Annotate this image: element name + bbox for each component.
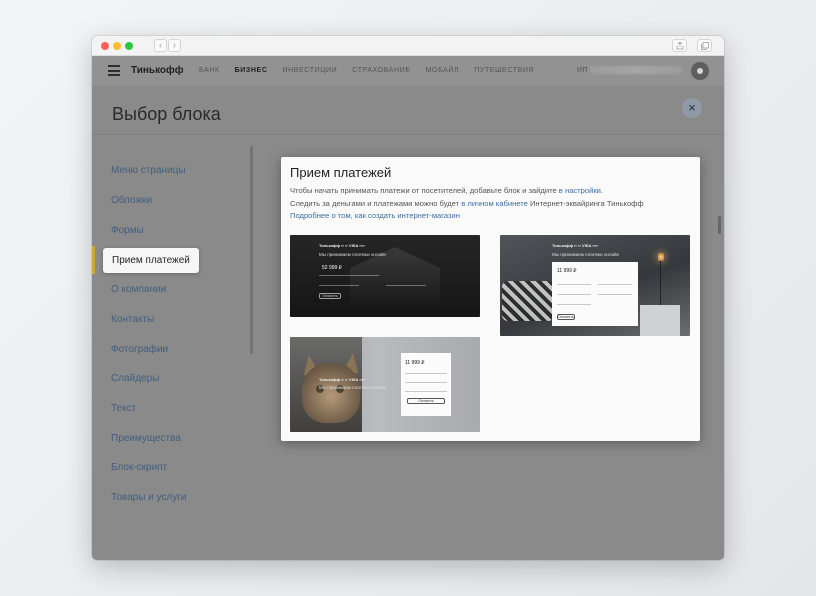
block-category-panel: Прием платежей Чтобы начать принимать пл… — [281, 157, 700, 441]
thumb-logo: Тинькофф ▪▪ ▪▪ VISA ▪▪▪▪ — [319, 377, 365, 382]
thumb-field — [598, 284, 632, 285]
sidebar-item-photos[interactable]: Фотографии — [111, 344, 168, 355]
sidebar-item-covers[interactable]: Обложки — [111, 195, 152, 206]
header-divider — [92, 134, 724, 135]
browser-titlebar: ‹ › — [92, 36, 724, 56]
sidebar-scrollbar[interactable] — [250, 146, 253, 354]
sidebar-item-sliders[interactable]: Слайдеры — [111, 373, 159, 384]
pillow-image — [502, 281, 554, 321]
thumb-headline: Мы принимаем платежи онлайн — [319, 252, 386, 257]
thumb-form: 11 999 ₽ Оплатить — [552, 262, 638, 326]
nav-item-insurance[interactable]: СТРАХОВАНИЕ — [352, 67, 410, 74]
thumb-field — [557, 304, 591, 305]
share-button[interactable] — [672, 39, 687, 52]
personal-account-link[interactable]: в личном кабинете — [461, 199, 528, 208]
thumb-pay-button: Оплатить — [319, 293, 341, 299]
brand-logo[interactable]: Тинькофф — [131, 65, 184, 76]
nav-item-business[interactable]: БИЗНЕС — [235, 67, 268, 74]
thumb-amount: 52 999 ₽ — [322, 265, 342, 271]
maximize-window-button[interactable] — [125, 42, 133, 50]
lamp-pole-image — [660, 261, 661, 311]
thumb-field — [405, 373, 447, 374]
panel-description: Чтобы начать принимать платежи от посети… — [290, 185, 692, 223]
minimize-window-button[interactable] — [113, 42, 121, 50]
sidebar-item-menu[interactable]: Меню страницы — [111, 165, 186, 176]
thumb-logo: Тинькофф ▪▪ ▪▪ VISA ▪▪▪▪ — [319, 243, 365, 248]
nav-item-mobile[interactable]: МОБАЙЛ — [426, 67, 460, 74]
thumb-field — [557, 294, 591, 295]
thumb-field — [598, 294, 632, 295]
nav-item-travel[interactable]: ПУТЕШЕСТВИЯ — [474, 67, 534, 74]
thumb-field — [405, 391, 447, 392]
hamburger-menu-icon[interactable] — [108, 65, 120, 76]
account-name-redacted — [590, 66, 682, 74]
site-header: Тинькофф БАНК БИЗНЕС ИНВЕСТИЦИИ СТРАХОВА… — [92, 56, 724, 86]
block-thumbnail-payments-room[interactable]: Тинькофф ▪▪ ▪▪ VISA ▪▪▪▪ Мы принимаем пл… — [500, 235, 690, 336]
share-icon — [676, 42, 684, 50]
forward-button[interactable]: › — [168, 39, 181, 52]
sidebar-item-script[interactable]: Блок-скрипт — [111, 462, 167, 473]
content-scrollbar[interactable] — [718, 216, 721, 234]
close-window-button[interactable] — [101, 42, 109, 50]
sidebar-item-about[interactable]: О компании — [111, 284, 166, 295]
thumb-headline: Мы принимаем платежи онлайн — [319, 385, 386, 390]
thumb-field — [405, 382, 447, 383]
back-button[interactable]: ‹ — [154, 39, 167, 52]
account-prefix: ИП — [577, 67, 589, 74]
panel-title: Прием платежей — [290, 165, 392, 180]
desc-text-1: Чтобы начать принимать платежи от посети… — [290, 186, 559, 195]
thumb-form: 11 999 ₽ Оплатить — [401, 353, 451, 416]
user-avatar-icon[interactable] — [691, 62, 709, 80]
thumb-field — [386, 285, 426, 286]
sidebar-item-text[interactable]: Текст — [111, 403, 136, 414]
nav-item-investments[interactable]: ИНВЕСТИЦИИ — [282, 67, 337, 74]
browser-window: ‹ › Тинькофф БАНК БИЗНЕС ИНВЕСТИЦИИ СТРА… — [92, 36, 724, 560]
block-thumbnail-payments-dark[interactable]: Тинькофф ▪▪ ▪▪ VISA ▪▪▪▪ Мы принимаем пл… — [290, 235, 480, 317]
table-image — [640, 305, 680, 336]
top-navigation: БАНК БИЗНЕС ИНВЕСТИЦИИ СТРАХОВАНИЕ МОБАЙ… — [199, 67, 549, 74]
thumb-pay-button: Оплатить — [557, 314, 575, 320]
learn-more-link[interactable]: Подробнее о том, как создать интернет-ма… — [290, 211, 460, 220]
desc-text-1-end: . — [600, 186, 604, 195]
lamp-image — [658, 253, 664, 261]
nav-item-bank[interactable]: БАНК — [199, 67, 220, 74]
thumb-logo: Тинькофф ▪▪ ▪▪ VISA ▪▪▪▪ — [552, 243, 598, 248]
thumb-field — [319, 285, 359, 286]
sidebar-item-advantages[interactable]: Преимущества — [111, 433, 181, 444]
thumb-pay-button: Оплатить — [407, 398, 445, 404]
sidebar-item-contacts[interactable]: Контакты — [111, 314, 154, 325]
thumb-field — [319, 275, 379, 276]
sidebar-item-payments[interactable]: Прием платежей — [103, 248, 199, 273]
thumb-field — [557, 284, 591, 285]
modal-title: Выбор блока — [112, 104, 221, 124]
thumb-headline: Мы принимаем платежи онлайн — [552, 252, 619, 257]
desc-text-2-end: Интернет-эквайринга Тинькофф — [527, 198, 644, 208]
thumb-amount: 11 999 ₽ — [405, 360, 425, 366]
sidebar-item-forms[interactable]: Формы — [111, 225, 144, 236]
sidebar-item-products[interactable]: Товары и услуги — [111, 492, 187, 503]
desc-text-2: Следить за деньгами и платежами можно бу… — [290, 198, 462, 208]
close-icon[interactable]: × — [682, 98, 702, 118]
cat-image — [302, 363, 360, 423]
sidebar-active-accent — [92, 246, 95, 274]
block-thumbnail-payments-cat[interactable]: Тинькофф ▪▪ ▪▪ VISA ▪▪▪▪ Мы принимаем пл… — [290, 337, 480, 432]
tabs-overview-button[interactable] — [697, 39, 712, 52]
settings-link[interactable]: в настройки — [559, 186, 601, 195]
tabs-icon — [701, 42, 709, 50]
thumb-amount: 11 999 ₽ — [557, 268, 577, 274]
